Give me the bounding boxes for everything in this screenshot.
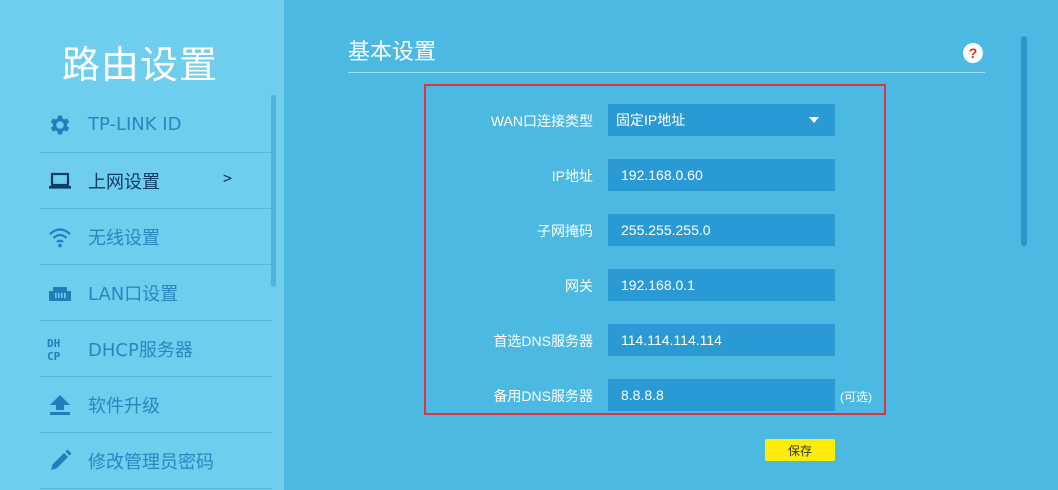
dhcp-icon-text-top: DH <box>47 337 60 350</box>
caret-down-icon <box>809 117 819 123</box>
form-row-dns-primary: 首选DNS服务器 114.114.114.114 <box>424 324 886 356</box>
chevron-right-icon: > <box>222 169 232 187</box>
subnet-input[interactable]: 255.255.255.0 <box>608 214 835 246</box>
wan-type-value: 固定IP地址 <box>616 112 686 128</box>
dns-secondary-input[interactable]: 8.8.8.8 <box>608 379 835 411</box>
sidebar-item-label: DHCP服务器 <box>88 339 193 361</box>
sidebar-scrollbar[interactable] <box>271 95 276 287</box>
sidebar-item-label: LAN口设置 <box>88 283 179 305</box>
sidebar-item-label: 无线设置 <box>88 227 160 249</box>
title-divider <box>348 72 985 73</box>
gateway-input[interactable]: 192.168.0.1 <box>608 269 835 301</box>
wifi-icon <box>46 223 74 251</box>
sidebar-item-internet-settings[interactable]: 上网设置 > <box>40 153 272 209</box>
sidebar-item-change-admin-password[interactable]: 修改管理员密码 <box>40 433 272 489</box>
help-icon[interactable]: ? <box>963 43 983 63</box>
sidebar-item-dhcp-server[interactable]: DH CP DHCP服务器 <box>40 321 272 377</box>
ip-input[interactable]: 192.168.0.60 <box>608 159 835 191</box>
form-row-wan-type: WAN口连接类型 固定IP地址 <box>424 104 886 136</box>
subnet-label: 子网掩码 <box>537 223 593 239</box>
wan-type-select[interactable]: 固定IP地址 <box>608 104 835 136</box>
gear-icon <box>46 111 74 139</box>
sidebar-item-label: TP-LINK ID <box>88 114 182 135</box>
page-title: 基本设置 <box>348 40 437 65</box>
form-row-gateway: 网关 192.168.0.1 <box>424 269 886 301</box>
sidebar-item-lan-settings[interactable]: LAN口设置 <box>40 265 272 321</box>
dns-secondary-label: 备用DNS服务器 <box>493 388 593 404</box>
sidebar: 路由设置 TP-LINK ID 上网设置 > 无线设置 LAN口设置 DH CP… <box>0 0 284 490</box>
form-row-dns-secondary: 备用DNS服务器 8.8.8.8 (可选) <box>424 379 886 411</box>
dhcp-icon-text-bottom: CP <box>47 350 61 363</box>
sidebar-item-label: 修改管理员密码 <box>88 451 214 473</box>
dhcp-icon: DH CP <box>46 335 74 363</box>
sidebar-item-tplink-id[interactable]: TP-LINK ID <box>40 97 272 153</box>
lan-port-icon <box>46 279 74 307</box>
dns-primary-label: 首选DNS服务器 <box>493 333 593 349</box>
sidebar-item-label: 软件升级 <box>88 395 160 417</box>
sidebar-item-firmware-upgrade[interactable]: 软件升级 <box>40 377 272 433</box>
main-scrollbar[interactable] <box>1021 36 1027 246</box>
pencil-icon <box>46 447 74 475</box>
upload-icon <box>46 391 74 419</box>
sidebar-item-label: 上网设置 <box>88 171 160 193</box>
optional-note: (可选) <box>840 390 872 404</box>
gateway-label: 网关 <box>565 278 593 294</box>
dns-primary-input[interactable]: 114.114.114.114 <box>608 324 835 356</box>
ip-label: IP地址 <box>551 168 593 184</box>
form-row-ip: IP地址 192.168.0.60 <box>424 159 886 191</box>
save-button[interactable]: 保存 <box>765 439 835 461</box>
sidebar-item-wireless-settings[interactable]: 无线设置 <box>40 209 272 265</box>
form-row-subnet: 子网掩码 255.255.255.0 <box>424 214 886 246</box>
laptop-icon <box>46 167 74 195</box>
sidebar-title: 路由设置 <box>62 43 219 87</box>
wan-type-label: WAN口连接类型 <box>490 113 593 129</box>
